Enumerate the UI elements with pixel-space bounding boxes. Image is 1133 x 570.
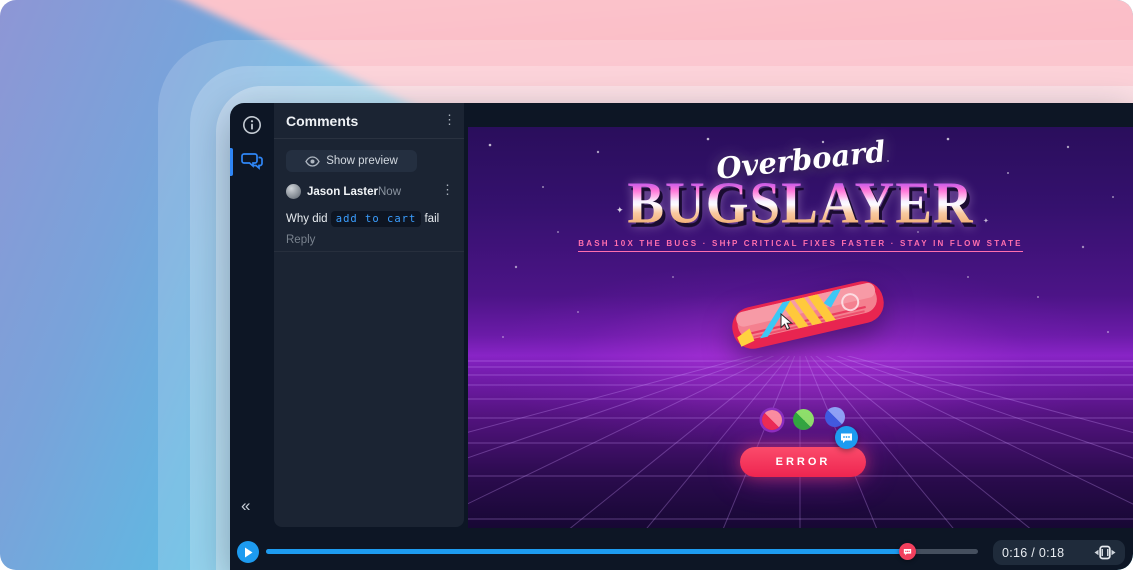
time-display-pill: 0:16 / 0:18 bbox=[993, 540, 1125, 565]
comment-code-chip[interactable]: add to cart bbox=[331, 211, 422, 227]
status-dot bbox=[762, 410, 782, 430]
comment-text-prefix: Why did bbox=[286, 213, 331, 225]
comment-body: Why did add to cart fail bbox=[286, 211, 454, 228]
mouse-cursor bbox=[780, 313, 794, 331]
info-icon bbox=[241, 114, 263, 136]
avatar bbox=[286, 184, 301, 199]
title-main: BUGSLAYER bbox=[468, 173, 1133, 232]
status-dot bbox=[793, 409, 814, 430]
player-bar: 0:16 / 0:18 bbox=[230, 528, 1133, 570]
status-dots-row bbox=[468, 407, 1133, 431]
panel-title: Comments bbox=[286, 113, 358, 129]
focus-mode-button[interactable] bbox=[1094, 545, 1116, 560]
active-tab-indicator bbox=[230, 148, 233, 176]
app-window: « Comments ⋮ Show preview Jason Laster N… bbox=[230, 103, 1133, 570]
video-title-block: Overboard BUGSLAYER BASH 10X THE BUGS · … bbox=[468, 143, 1133, 252]
timeline-comment-marker[interactable] bbox=[899, 543, 916, 560]
chat-bubble-icon bbox=[840, 432, 853, 444]
video-preview: ✦ ✦ ✦ bbox=[468, 127, 1133, 528]
show-preview-label: Show preview bbox=[326, 155, 398, 167]
status-dot bbox=[825, 407, 845, 427]
timeline-track[interactable] bbox=[266, 549, 978, 554]
focus-mode-icon bbox=[1094, 545, 1116, 560]
reply-link[interactable]: Reply bbox=[286, 234, 315, 246]
chat-bubble-icon bbox=[903, 548, 912, 556]
sidebar-item-info[interactable] bbox=[239, 112, 265, 138]
play-icon bbox=[244, 547, 253, 558]
comments-panel: Comments ⋮ Show preview Jason Laster Now… bbox=[274, 103, 464, 527]
sidebar-item-comments[interactable] bbox=[239, 148, 265, 174]
eye-icon bbox=[305, 156, 320, 167]
error-button[interactable]: ERROR bbox=[740, 447, 866, 477]
comment-menu-button[interactable]: ⋮ bbox=[441, 183, 454, 196]
comment-author: Jason Laster bbox=[307, 186, 378, 198]
panel-menu-button[interactable]: ⋮ bbox=[443, 113, 456, 126]
video-tagline: BASH 10X THE BUGS · SHIP CRITICAL FIXES … bbox=[578, 239, 1022, 252]
comments-icon bbox=[240, 150, 264, 172]
divider bbox=[274, 251, 464, 252]
tool-sidebar: « bbox=[230, 103, 274, 570]
show-preview-button[interactable]: Show preview bbox=[286, 150, 417, 172]
time-display: 0:16 / 0:18 bbox=[1002, 546, 1064, 560]
comments-panel-header: Comments ⋮ bbox=[274, 103, 464, 139]
video-comment-marker[interactable] bbox=[835, 426, 858, 449]
track-fill bbox=[266, 549, 907, 554]
page: « Comments ⋮ Show preview Jason Laster N… bbox=[0, 0, 1133, 570]
collapse-sidebar-button[interactable]: « bbox=[241, 496, 248, 516]
comment-timestamp: Now bbox=[378, 186, 401, 198]
comment-text-suffix: fail bbox=[421, 213, 439, 225]
play-button[interactable] bbox=[237, 541, 259, 563]
hoverboard-graphic bbox=[720, 267, 895, 362]
